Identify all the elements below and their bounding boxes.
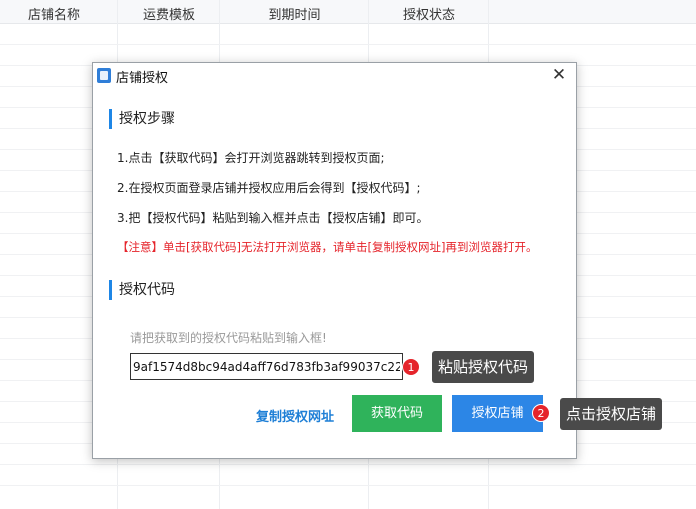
dialog-title: 店铺授权 — [116, 71, 169, 86]
steps-heading: 授权步骤 — [109, 109, 175, 129]
step-3-text: 3.把【授权代码】粘贴到输入框并点击【授权店铺】即可。 — [117, 211, 429, 225]
table-row — [0, 44, 696, 45]
dialog-titlebar[interactable]: 店铺授权 ✕ — [93, 63, 576, 88]
step-2-text: 2.在授权页面登录店铺并授权应用后会得到【授权代码】; — [117, 181, 421, 195]
app-icon — [97, 68, 111, 83]
column-header-store-name[interactable]: 店铺名称 — [0, 4, 108, 23]
code-heading: 授权代码 — [109, 280, 175, 300]
table-row — [0, 464, 696, 465]
copy-auth-url-link[interactable]: 复制授权网址 — [256, 406, 334, 425]
column-header-expiry-time[interactable]: 到期时间 — [220, 4, 369, 23]
column-header-auth-status[interactable]: 授权状态 — [369, 4, 489, 23]
authorize-store-button[interactable]: 授权店铺 — [452, 395, 543, 432]
code-hint: 请把获取到的授权代码粘贴到输入框! — [130, 331, 327, 345]
table-row — [0, 485, 696, 486]
annotation-badge-1: 1 — [402, 358, 420, 376]
close-icon[interactable]: ✕ — [550, 65, 568, 85]
store-auth-dialog: 店铺授权 ✕ 授权步骤 1.点击【获取代码】会打开浏览器跳转到授权页面; 2.在… — [92, 62, 577, 459]
auth-code-input[interactable] — [130, 353, 403, 380]
column-header-shipping-template[interactable]: 运费模板 — [118, 4, 220, 23]
annotation-badge-2: 2 — [532, 404, 550, 422]
get-code-button[interactable]: 获取代码 — [352, 395, 442, 432]
warning-notice: 【注意】单击[获取代码]无法打开浏览器，请单击[复制授权网址]再到浏览器打开。 — [117, 240, 538, 254]
step-1-text: 1.点击【获取代码】会打开浏览器跳转到授权页面; — [117, 151, 385, 165]
annotation-tip-paste-code: 粘贴授权代码 — [432, 351, 535, 383]
annotation-tip-click-authorize: 点击授权店铺 — [560, 398, 663, 430]
